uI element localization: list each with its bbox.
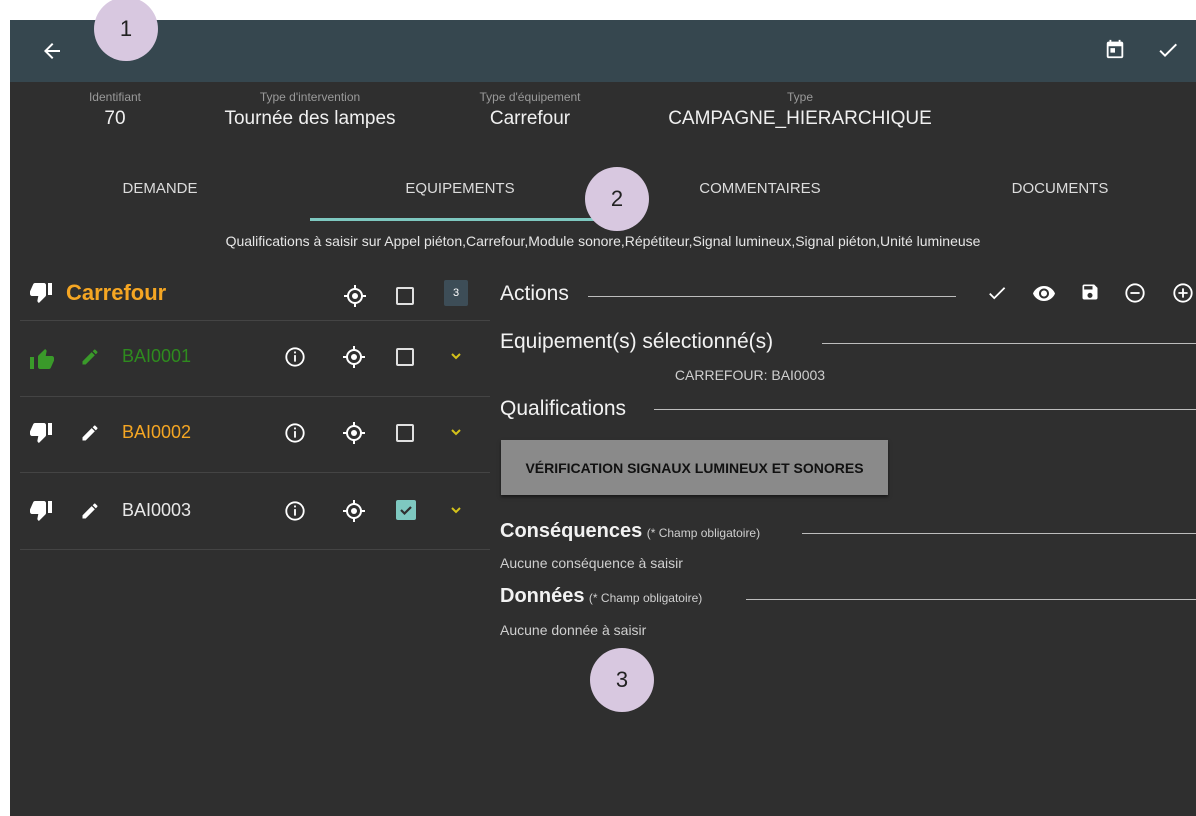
- edit-pencil-icon[interactable]: [80, 423, 100, 443]
- equipment-code: BAI0001: [122, 346, 192, 366]
- identifiant-label: Identifiant: [88, 90, 142, 104]
- equipment-code: BAI0002: [122, 422, 192, 442]
- calendar-icon[interactable]: [1104, 38, 1126, 60]
- qualification-button[interactable]: VÉRIFICATION SIGNAUX LUMINEUX ET SONORES: [501, 440, 888, 495]
- type-intervention-value: Tournée des lampes: [224, 108, 396, 129]
- section-divider: [822, 343, 1196, 344]
- count-badge: 3: [444, 280, 468, 306]
- top-app-bar: [10, 20, 1196, 82]
- section-divider: [746, 599, 1196, 600]
- type-label: Type: [786, 90, 813, 104]
- tab-documents[interactable]: DOCUMENTS: [930, 180, 1190, 197]
- required-note: (* Champ obligatoire): [588, 591, 703, 605]
- equipment-row-bai0002[interactable]: BAI0002: [20, 397, 490, 472]
- consequences-title: Conséquences: [500, 520, 643, 542]
- callout-1: 1: [94, 0, 158, 61]
- row-checkbox-checked[interactable]: [396, 500, 416, 520]
- tab-equipements[interactable]: EQUIPEMENTS: [310, 180, 610, 197]
- save-icon[interactable]: [1080, 282, 1100, 302]
- locate-icon[interactable]: [342, 421, 366, 445]
- section-divider: [802, 533, 1196, 534]
- confirm-check-icon[interactable]: [1156, 38, 1180, 62]
- consequences-heading: Conséquences (* Champ obligatoire): [500, 520, 760, 543]
- donnees-empty: Aucune donnée à saisir: [500, 622, 647, 638]
- thumb-down-icon[interactable]: [30, 423, 54, 445]
- actions-title: Actions: [500, 282, 569, 305]
- eye-icon[interactable]: [1032, 283, 1056, 303]
- group-title: Carrefour: [66, 280, 167, 305]
- info-icon[interactable]: [284, 346, 306, 368]
- equipment-code: BAI0003: [122, 500, 192, 520]
- expand-chevron-icon[interactable]: [450, 351, 462, 361]
- expand-chevron-icon[interactable]: [450, 427, 462, 437]
- qualifications-title: Qualifications: [500, 397, 627, 420]
- locate-icon[interactable]: [342, 499, 366, 523]
- locate-icon[interactable]: [343, 284, 367, 308]
- back-arrow-icon[interactable]: [40, 39, 64, 63]
- validate-check-icon[interactable]: [986, 282, 1008, 304]
- donnees-title: Données: [500, 585, 585, 607]
- identifiant-value: 70: [104, 108, 126, 129]
- remove-circle-icon[interactable]: [1124, 282, 1146, 304]
- type-value: CAMPAGNE_HIERARCHIQUE: [668, 108, 932, 129]
- callout-3: 3: [590, 648, 654, 712]
- info-icon[interactable]: [284, 422, 306, 444]
- thumb-up-icon[interactable]: [30, 347, 54, 369]
- tab-commentaires[interactable]: COMMENTAIRES: [630, 180, 890, 197]
- callout-2: 2: [585, 167, 649, 231]
- edit-pencil-icon[interactable]: [80, 501, 100, 521]
- type-intervention-label: Type d'intervention: [259, 90, 361, 104]
- required-note: (* Champ obligatoire): [646, 526, 761, 540]
- equipment-row-bai0001[interactable]: BAI0001: [20, 321, 490, 396]
- section-divider: [588, 296, 956, 297]
- selected-equipment-value: CARREFOUR: BAI0003: [674, 367, 826, 383]
- group-checkbox[interactable]: [396, 287, 414, 305]
- thumb-down-icon[interactable]: [30, 501, 54, 523]
- donnees-heading: Données (* Champ obligatoire): [500, 585, 702, 608]
- selected-equipment-title: Equipement(s) sélectionné(s): [500, 330, 774, 353]
- info-icon[interactable]: [284, 500, 306, 522]
- type-equipement-value: Carrefour: [489, 108, 571, 129]
- locate-icon[interactable]: [342, 345, 366, 369]
- row-checkbox[interactable]: [396, 348, 414, 366]
- add-circle-icon[interactable]: [1172, 282, 1194, 304]
- type-equipement-label: Type d'équipement: [479, 90, 581, 104]
- thumb-down-icon[interactable]: [30, 283, 54, 305]
- row-checkbox[interactable]: [396, 424, 414, 442]
- consequences-empty: Aucune conséquence à saisir: [500, 555, 683, 571]
- active-tab-indicator: [310, 218, 610, 221]
- edit-pencil-icon[interactable]: [80, 347, 100, 367]
- equipment-row-bai0003[interactable]: BAI0003: [20, 473, 490, 548]
- tab-demande[interactable]: DEMANDE: [50, 180, 270, 197]
- row-divider: [20, 549, 490, 550]
- expand-chevron-icon[interactable]: [450, 505, 462, 515]
- qualifications-notice: Qualifications à saisir sur Appel piéton…: [225, 233, 981, 249]
- section-divider: [654, 409, 1196, 410]
